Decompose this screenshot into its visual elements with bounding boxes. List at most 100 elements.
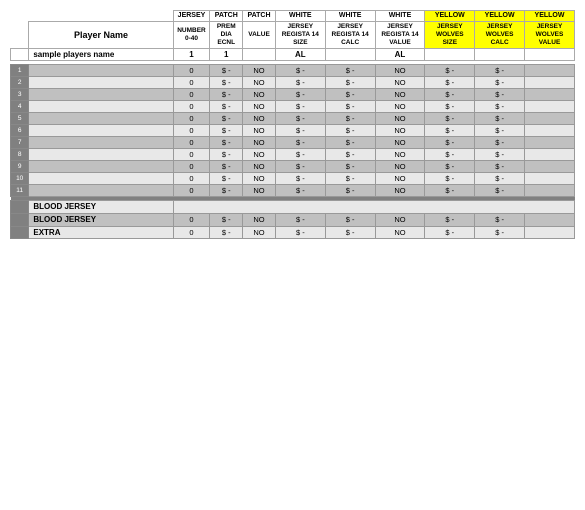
w2-5: $ - <box>275 113 325 125</box>
w2-1: $ - <box>275 65 325 77</box>
no-1: NO <box>243 65 276 77</box>
h2-y-value: JERSEYWOLVESVALUE <box>525 22 575 48</box>
y3-11 <box>525 185 575 197</box>
no-3: NO <box>243 89 276 101</box>
extra-rownum <box>11 226 29 239</box>
y1-9: $ - <box>425 161 475 173</box>
y2-10: $ - <box>475 173 525 185</box>
dollar-11: $ - <box>210 185 243 197</box>
extra-w3: $ - <box>325 226 375 239</box>
dollar-8: $ - <box>210 149 243 161</box>
y3-3 <box>525 89 575 101</box>
player-name-8 <box>29 149 173 161</box>
w3-8: $ - <box>325 149 375 161</box>
bj2-no2: NO <box>375 213 425 226</box>
num-10: 0 <box>173 173 210 185</box>
extra-num: 0 <box>173 226 210 239</box>
dollar-10: $ - <box>210 173 243 185</box>
no-9: NO <box>243 161 276 173</box>
h1-jersey: JERSEY <box>173 11 210 22</box>
num-8: 0 <box>173 149 210 161</box>
h2-w-calc: JERSEYREGISTA 14CALC <box>325 22 375 48</box>
w3-9: $ - <box>325 161 375 173</box>
extra-no2: NO <box>375 226 425 239</box>
sample-y3 <box>525 48 575 61</box>
h2-value: VALUE <box>243 22 276 48</box>
extra-no1: NO <box>243 226 276 239</box>
y1-1: $ - <box>425 65 475 77</box>
no2-9: NO <box>375 161 425 173</box>
bj1-rownum <box>11 201 29 214</box>
sample-name: sample players name <box>29 48 173 61</box>
w2-4: $ - <box>275 101 325 113</box>
dollar-1: $ - <box>210 65 243 77</box>
dollar-9: $ - <box>210 161 243 173</box>
y3-7 <box>525 137 575 149</box>
player-name-6 <box>29 125 173 137</box>
row-num-5: 5 <box>11 113 29 125</box>
table-row: 10 0 $ - NO $ - $ - NO $ - $ - <box>11 173 575 185</box>
no2-7: NO <box>375 137 425 149</box>
num-3: 0 <box>173 89 210 101</box>
y2-8: $ - <box>475 149 525 161</box>
h1-white3: WHITE <box>375 11 425 22</box>
h1-player <box>29 11 173 22</box>
y2-1: $ - <box>475 65 525 77</box>
h1-patch1: PATCH <box>210 11 243 22</box>
y1-4: $ - <box>425 101 475 113</box>
h2-y-calc: JERSEYWOLVESCALC <box>475 22 525 48</box>
no-5: NO <box>243 113 276 125</box>
h2-y-size: JERSEYWOLVESSIZE <box>425 22 475 48</box>
table-row: 11 0 $ - NO $ - $ - NO $ - $ - <box>11 185 575 197</box>
extra-y1: $ - <box>425 226 475 239</box>
y3-8 <box>525 149 575 161</box>
bj2-y1: $ - <box>425 213 475 226</box>
h1-white2: WHITE <box>325 11 375 22</box>
extra-y2: $ - <box>475 226 525 239</box>
no2-8: NO <box>375 149 425 161</box>
bj2-w3: $ - <box>325 213 375 226</box>
w3-5: $ - <box>325 113 375 125</box>
row-num-1: 1 <box>11 65 29 77</box>
row-num-9: 9 <box>11 161 29 173</box>
sample-y2 <box>475 48 525 61</box>
table-row: 7 0 $ - NO $ - $ - NO $ - $ - <box>11 137 575 149</box>
player-name-9 <box>29 161 173 173</box>
bj2-num: 0 <box>173 213 210 226</box>
blood-jersey-row-1: BLOOD JERSEY <box>11 201 575 214</box>
bj2-no1: NO <box>243 213 276 226</box>
player-name-10 <box>29 173 173 185</box>
sample-w2 <box>325 48 375 61</box>
w3-2: $ - <box>325 77 375 89</box>
y3-9 <box>525 161 575 173</box>
player-name-3 <box>29 89 173 101</box>
h1-yellow2: YELLOW <box>475 11 525 22</box>
y2-5: $ - <box>475 113 525 125</box>
header-row-2: Player Name NUMBER0-40 PREMDIAECNL VALUE… <box>11 22 575 48</box>
y2-2: $ - <box>475 77 525 89</box>
sample-player-row: sample players name 1 1 AL AL <box>11 48 575 61</box>
y3-6 <box>525 125 575 137</box>
h2-w-size: JERSEYREGISTA 14SIZE <box>275 22 325 48</box>
player-name-5 <box>29 113 173 125</box>
row-num-6: 6 <box>11 125 29 137</box>
h2-player-label: Player Name <box>29 22 173 48</box>
table-row: 5 0 $ - NO $ - $ - NO $ - $ - <box>11 113 575 125</box>
w3-3: $ - <box>325 89 375 101</box>
h1-white1: WHITE <box>275 11 325 22</box>
no-11: NO <box>243 185 276 197</box>
no2-2: NO <box>375 77 425 89</box>
sample-rownum <box>11 48 29 61</box>
blood-jersey-row-2: BLOOD JERSEY 0 $ - NO $ - $ - NO $ - $ - <box>11 213 575 226</box>
bj2-w2: $ - <box>275 213 325 226</box>
row-num-4: 4 <box>11 101 29 113</box>
h1-yellow1: YELLOW <box>425 11 475 22</box>
num-1: 0 <box>173 65 210 77</box>
extra-w2: $ - <box>275 226 325 239</box>
sample-y1 <box>425 48 475 61</box>
sample-patch2 <box>243 48 276 61</box>
num-6: 0 <box>173 125 210 137</box>
sample-num: 1 <box>173 48 210 61</box>
y3-4 <box>525 101 575 113</box>
y1-8: $ - <box>425 149 475 161</box>
